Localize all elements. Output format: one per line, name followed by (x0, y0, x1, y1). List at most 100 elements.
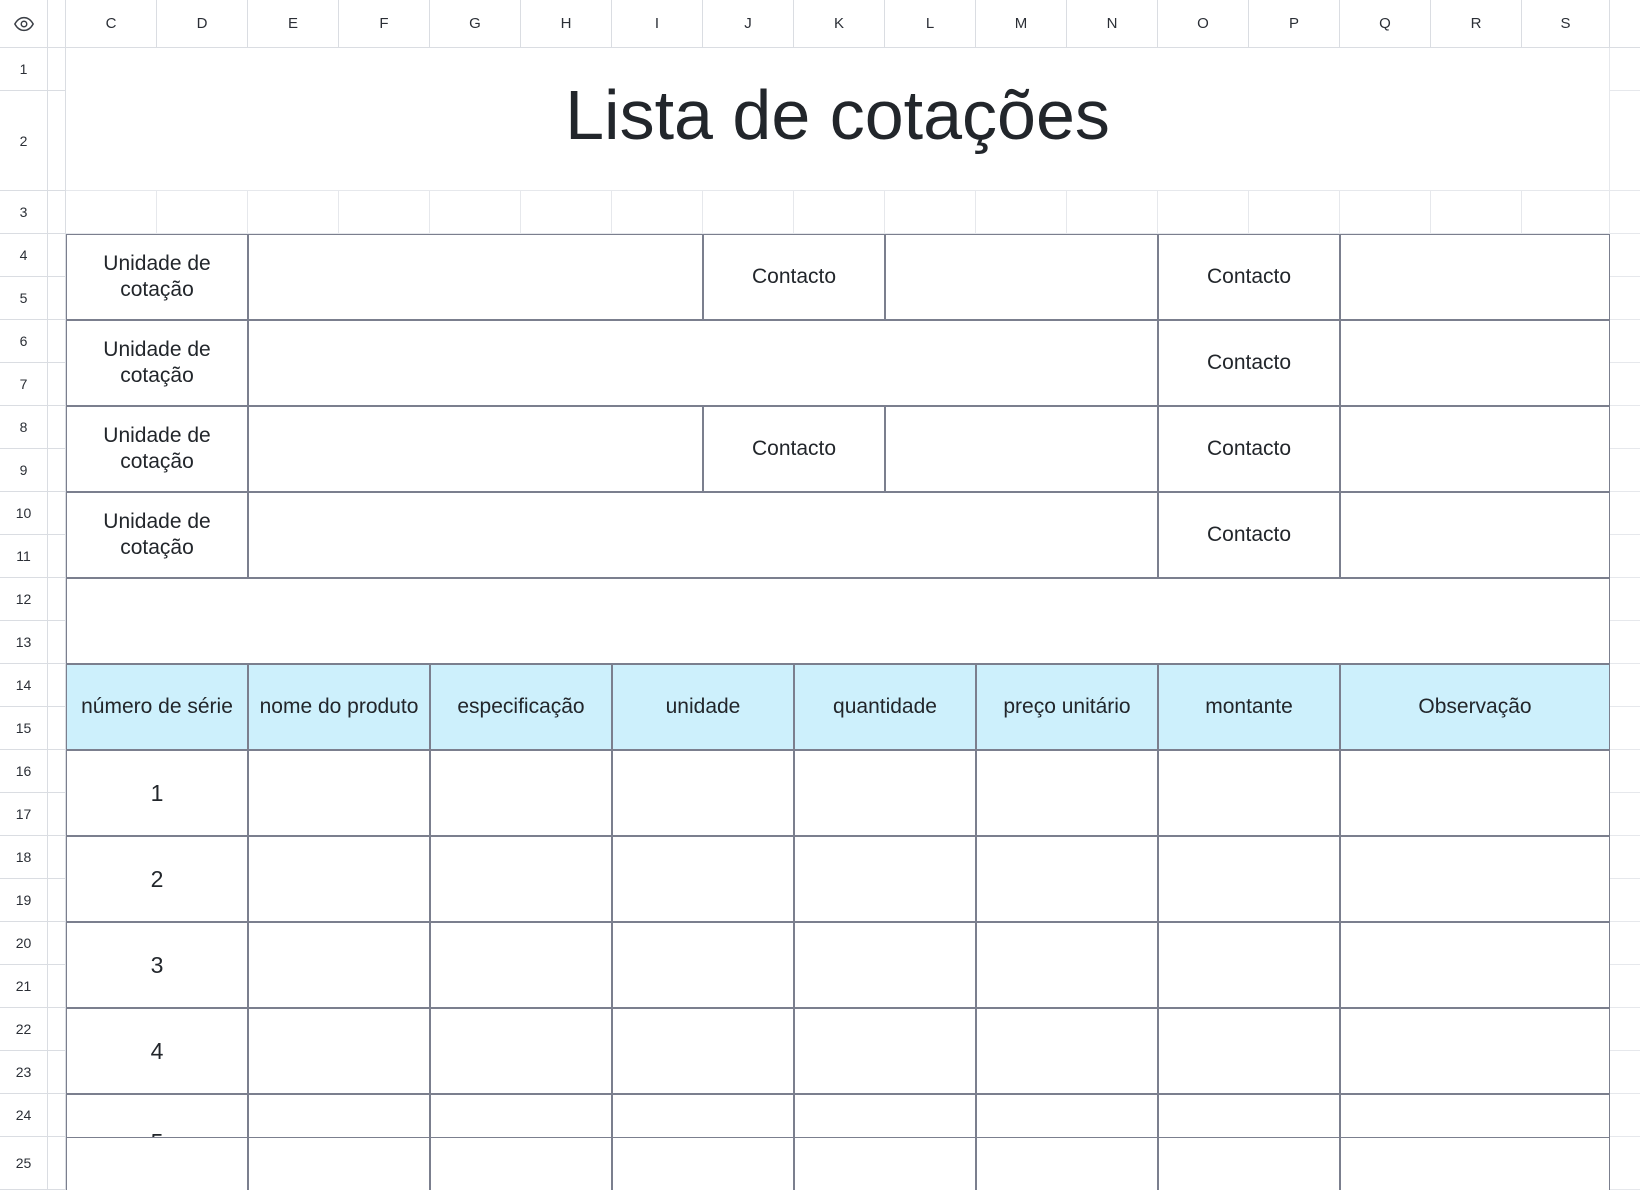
quote-unit-value[interactable] (248, 234, 703, 320)
column-header[interactable]: E (248, 0, 339, 48)
hidden-column-cell[interactable] (48, 406, 66, 449)
cell[interactable] (1610, 320, 1640, 363)
row-header[interactable]: 17 (0, 793, 48, 836)
cell[interactable] (1249, 191, 1340, 234)
hidden-column-cell[interactable] (48, 449, 66, 492)
table-cell[interactable] (248, 836, 430, 922)
serial-number-cell[interactable]: 4 (66, 1008, 248, 1094)
quote-unit-label[interactable]: Unidade de cotação (66, 406, 248, 492)
row-header[interactable]: 11 (0, 535, 48, 578)
table-cell-partial[interactable] (612, 1137, 794, 1190)
row-header[interactable]: 15 (0, 707, 48, 750)
contact-label[interactable]: Contacto (1158, 320, 1340, 406)
table-cell[interactable] (794, 750, 976, 836)
table-cell[interactable] (1158, 750, 1340, 836)
contact-label[interactable]: Contacto (1158, 406, 1340, 492)
column-header[interactable]: D (157, 0, 248, 48)
hidden-column-cell[interactable] (48, 879, 66, 922)
cell[interactable] (976, 191, 1067, 234)
row-header[interactable]: 4 (0, 234, 48, 277)
hidden-column-cell[interactable] (48, 1094, 66, 1137)
row-header[interactable]: 9 (0, 449, 48, 492)
cell[interactable] (612, 191, 703, 234)
table-cell[interactable] (794, 836, 976, 922)
column-header[interactable]: K (794, 0, 885, 48)
table-header-cell[interactable]: preço unitário (976, 664, 1158, 750)
table-cell-partial[interactable] (976, 1137, 1158, 1190)
serial-number-cell[interactable]: 1 (66, 750, 248, 836)
table-cell[interactable] (976, 836, 1158, 922)
table-header-cell[interactable]: unidade (612, 664, 794, 750)
table-cell[interactable] (430, 922, 612, 1008)
cell[interactable] (1610, 664, 1640, 707)
table-cell[interactable] (1340, 922, 1610, 1008)
table-cell[interactable] (1158, 836, 1340, 922)
column-header[interactable]: L (885, 0, 976, 48)
cell[interactable] (1067, 191, 1158, 234)
table-cell-partial[interactable] (1340, 1137, 1610, 1190)
cell[interactable] (1610, 793, 1640, 836)
row-header[interactable]: 7 (0, 363, 48, 406)
column-header-trailing[interactable] (1610, 0, 1640, 48)
page-title[interactable]: Lista de cotações (66, 48, 1610, 191)
contact-value[interactable] (1340, 406, 1610, 492)
contact-label[interactable]: Contacto (1158, 492, 1340, 578)
contact-label[interactable]: Contacto (703, 406, 885, 492)
table-cell-partial[interactable] (248, 1137, 430, 1190)
table-cell[interactable] (248, 1008, 430, 1094)
hidden-column-cell[interactable] (48, 1137, 66, 1190)
cell[interactable] (339, 191, 430, 234)
cell[interactable] (1610, 277, 1640, 320)
row-header[interactable]: 8 (0, 406, 48, 449)
table-cell[interactable] (976, 750, 1158, 836)
hidden-column-header[interactable] (48, 0, 66, 48)
table-cell[interactable] (1158, 922, 1340, 1008)
column-header[interactable]: S (1522, 0, 1610, 48)
visibility-eye-icon[interactable] (0, 0, 48, 48)
cell[interactable] (1610, 922, 1640, 965)
cell[interactable] (1340, 191, 1431, 234)
cell[interactable] (885, 191, 976, 234)
table-cell[interactable] (1340, 1008, 1610, 1094)
row-header[interactable]: 3 (0, 191, 48, 234)
contact-value[interactable] (1340, 320, 1610, 406)
hidden-column-cell[interactable] (48, 48, 66, 91)
row-header[interactable]: 20 (0, 922, 48, 965)
table-cell[interactable] (612, 1008, 794, 1094)
serial-number-cell[interactable]: 3 (66, 922, 248, 1008)
cell[interactable] (1158, 191, 1249, 234)
hidden-column-cell[interactable] (48, 1051, 66, 1094)
row-header[interactable]: 10 (0, 492, 48, 535)
row-header[interactable]: 14 (0, 664, 48, 707)
row-header[interactable]: 21 (0, 965, 48, 1008)
cell[interactable] (703, 191, 794, 234)
quote-unit-label[interactable]: Unidade de cotação (66, 492, 248, 578)
hidden-column-cell[interactable] (48, 621, 66, 664)
cell[interactable] (1610, 578, 1640, 621)
cell[interactable] (1610, 1008, 1640, 1051)
cell[interactable] (1610, 1137, 1640, 1190)
column-header[interactable]: F (339, 0, 430, 48)
cell[interactable] (1610, 707, 1640, 750)
table-cell-partial[interactable] (794, 1137, 976, 1190)
row-header[interactable]: 23 (0, 1051, 48, 1094)
cell[interactable] (1431, 191, 1522, 234)
hidden-column-cell[interactable] (48, 363, 66, 406)
row-header[interactable]: 5 (0, 277, 48, 320)
cell[interactable] (1610, 621, 1640, 664)
cell[interactable] (1610, 1051, 1640, 1094)
column-header[interactable]: C (66, 0, 157, 48)
table-cell[interactable] (248, 750, 430, 836)
table-cell-partial[interactable] (430, 1137, 612, 1190)
cell[interactable] (1610, 965, 1640, 1008)
contact-label[interactable]: Contacto (1158, 234, 1340, 320)
column-header[interactable]: O (1158, 0, 1249, 48)
row-header[interactable]: 2 (0, 91, 48, 191)
column-header[interactable]: H (521, 0, 612, 48)
quote-unit-value[interactable] (248, 320, 1158, 406)
hidden-column-cell[interactable] (48, 492, 66, 535)
hidden-column-cell[interactable] (48, 234, 66, 277)
contact-value[interactable] (1340, 234, 1610, 320)
table-header-cell[interactable]: especificação (430, 664, 612, 750)
cell[interactable] (794, 191, 885, 234)
